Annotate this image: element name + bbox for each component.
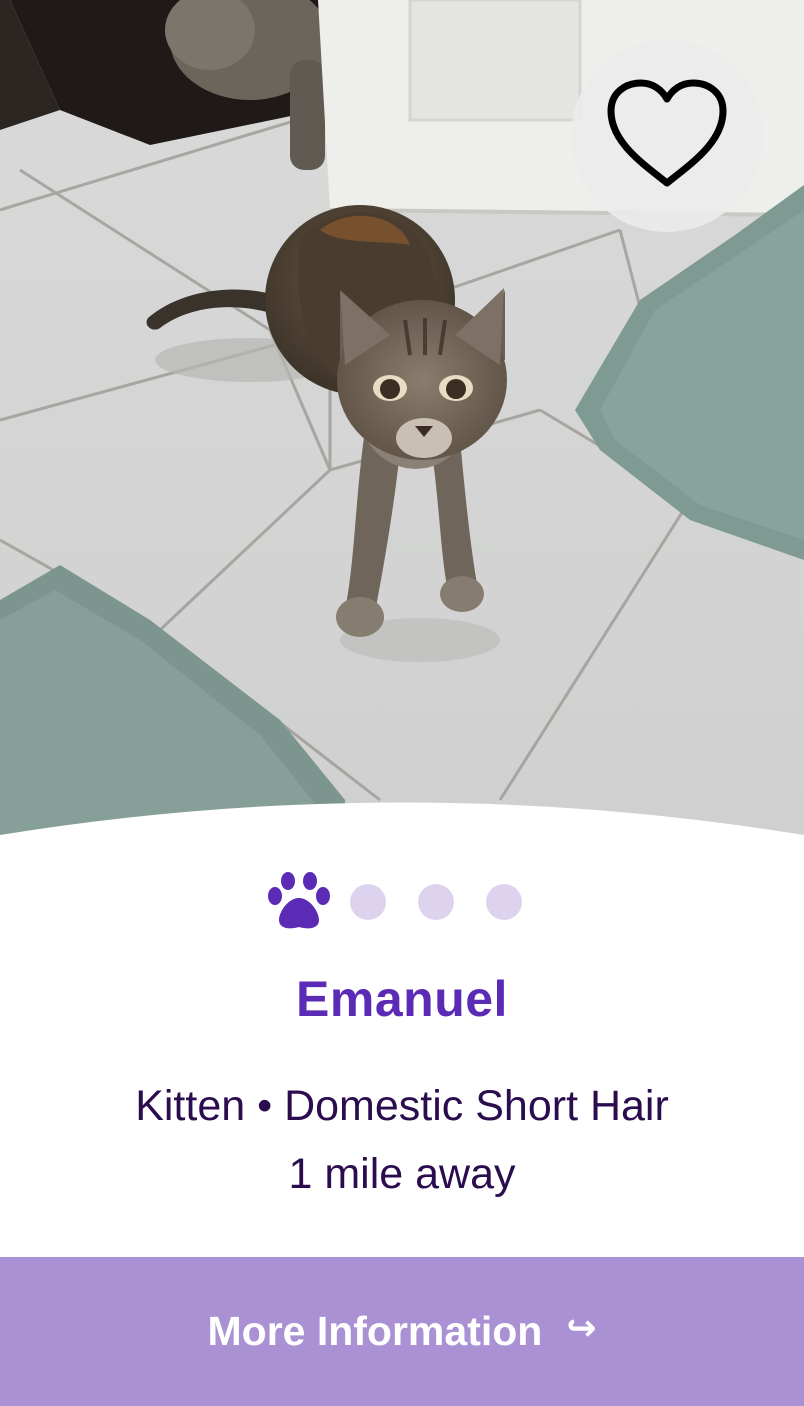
pagination-dot[interactable] — [418, 884, 454, 920]
more-information-label: More Information — [207, 1308, 543, 1354]
pet-name: Emanuel — [296, 971, 508, 1027]
pet-distance: 1 mile away — [288, 1150, 516, 1198]
share-arrow-icon: ↪ — [566, 1306, 597, 1348]
pet-age-breed: Kitten • Domestic Short Hair — [135, 1082, 669, 1130]
paw-icon[interactable] — [266, 872, 332, 932]
pet-info: Emanuel Kitten • Domestic Short Hair 1 m… — [0, 820, 804, 1260]
heart-outline-icon — [605, 79, 729, 194]
pagination-dot[interactable] — [486, 884, 522, 920]
pagination-dot[interactable] — [350, 884, 386, 920]
photo-pagination — [0, 872, 804, 932]
pet-details: Kitten • Domestic Short Hair 1 mile away — [0, 1072, 804, 1208]
pet-card: Emanuel Kitten • Domestic Short Hair 1 m… — [0, 0, 804, 1406]
favorite-button[interactable] — [571, 40, 763, 232]
more-information-button[interactable]: More Information ↪ — [0, 1257, 804, 1406]
